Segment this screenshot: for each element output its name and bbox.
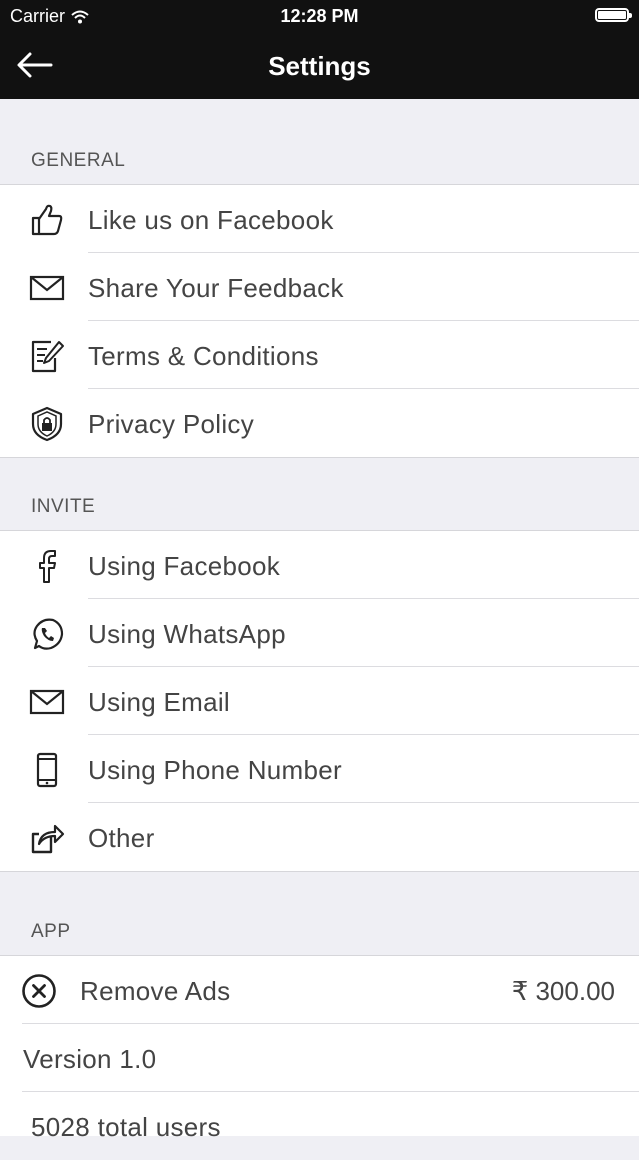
remove-ads-label: Remove Ads — [80, 976, 231, 1006]
nav-bar: Settings — [0, 32, 639, 99]
invite-email-row[interactable]: Using Email — [0, 667, 639, 735]
invite-whatsapp-row[interactable]: Using WhatsApp — [0, 599, 639, 667]
status-time: 12:28 PM — [280, 6, 359, 26]
share-feedback-label: Share Your Feedback — [88, 273, 344, 303]
phone-icon — [28, 752, 66, 788]
privacy-policy-row[interactable]: Privacy Policy — [0, 389, 639, 457]
envelope-icon — [28, 270, 66, 306]
invite-group: Using Facebook Using WhatsApp Using Emai… — [0, 530, 639, 872]
version-row: Version 1.0 — [0, 1024, 639, 1092]
terms-conditions-row[interactable]: Terms & Conditions — [0, 321, 639, 389]
share-icon — [28, 820, 66, 856]
terms-conditions-label: Terms & Conditions — [88, 341, 319, 371]
invite-email-label: Using Email — [88, 687, 231, 717]
invite-phone-label: Using Phone Number — [88, 755, 342, 785]
invite-facebook-row[interactable]: Using Facebook — [0, 531, 639, 599]
invite-other-row[interactable]: Other — [0, 803, 639, 871]
app-group: Remove Ads ₹ 300.00 Version 1.0 5028 tot… — [0, 955, 639, 1142]
envelope-icon — [28, 684, 66, 720]
invite-other-label: Other — [88, 823, 155, 853]
invite-phone-row[interactable]: Using Phone Number — [0, 735, 639, 803]
facebook-icon — [28, 548, 66, 584]
remove-ads-row[interactable]: Remove Ads ₹ 300.00 — [0, 956, 639, 1024]
thumbs-up-icon — [28, 202, 66, 238]
version-label: Version 1.0 — [23, 1044, 157, 1074]
document-edit-icon — [28, 338, 66, 374]
close-circle-icon — [20, 973, 58, 1009]
invite-whatsapp-label: Using WhatsApp — [88, 619, 286, 649]
shield-lock-icon — [28, 406, 66, 442]
like-facebook-label: Like us on Facebook — [88, 205, 334, 235]
share-feedback-row[interactable]: Share Your Feedback — [0, 253, 639, 321]
battery-icon — [595, 8, 632, 22]
total-users-label: 5028 total users — [31, 1112, 221, 1142]
privacy-policy-label: Privacy Policy — [88, 409, 255, 439]
like-facebook-row[interactable]: Like us on Facebook — [0, 185, 639, 253]
page-title: Settings — [268, 51, 371, 81]
invite-facebook-label: Using Facebook — [88, 551, 281, 581]
total-users-row: 5028 total users — [0, 1092, 639, 1160]
remove-ads-price: ₹ 300.00 — [511, 976, 615, 1006]
general-group: Like us on Facebook Share Your Feedback … — [0, 184, 639, 458]
whatsapp-icon — [28, 616, 66, 652]
status-bar: Carrier 12:28 PM — [0, 0, 639, 32]
